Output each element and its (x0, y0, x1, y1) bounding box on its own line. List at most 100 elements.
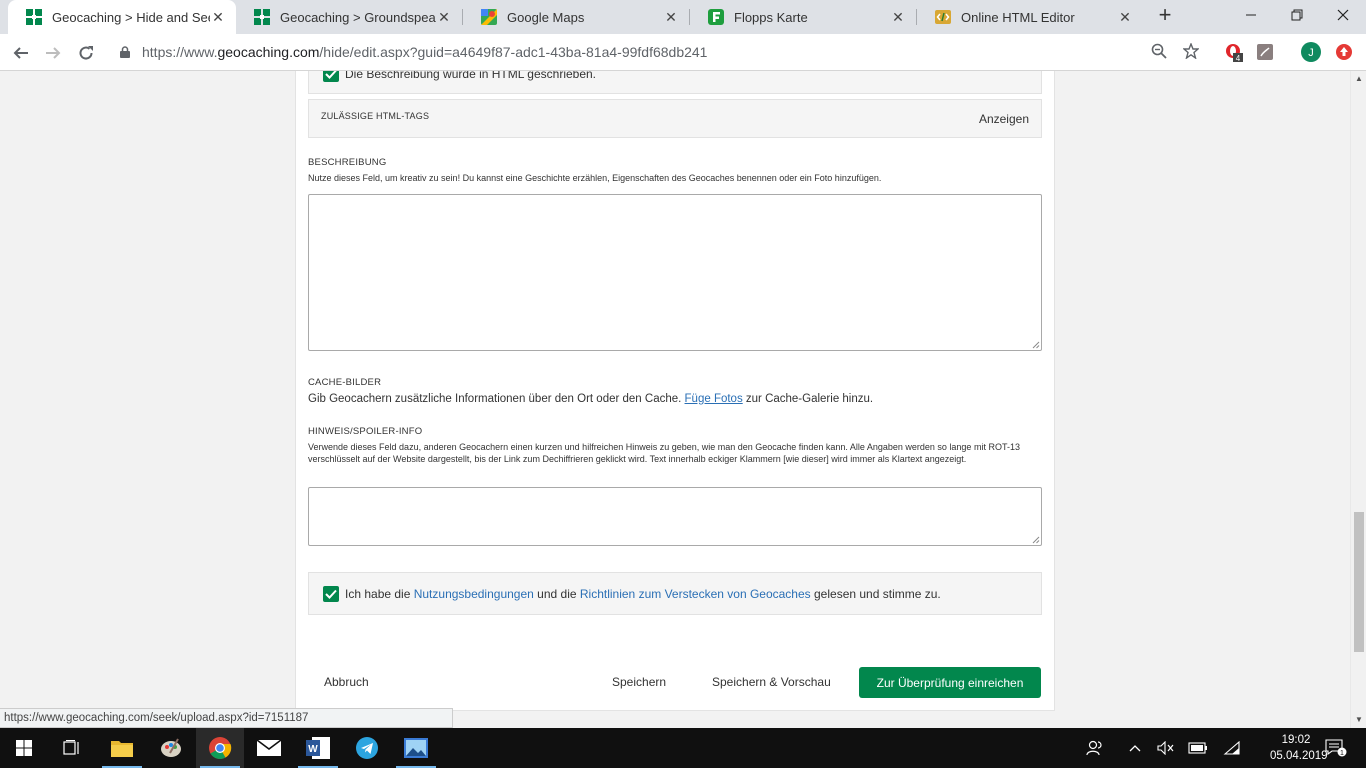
telegram-icon (356, 737, 378, 759)
html-editor-icon (935, 9, 951, 25)
speaker-muted-icon[interactable] (1156, 740, 1176, 756)
reload-icon (79, 46, 93, 60)
battery-icon[interactable] (1188, 740, 1208, 756)
paint-palette-icon (161, 738, 181, 757)
terms-label: Ich habe die Nutzungsbedingungen und die… (345, 587, 941, 601)
scroll-down-icon[interactable]: ▼ (1351, 712, 1366, 728)
tab-title: Google Maps (507, 9, 585, 25)
html-tags-title: ZULÄSSIGE HTML-TAGS (321, 111, 430, 121)
clock-time: 19:02 (1281, 734, 1311, 746)
tab-title: Geocaching > Groundspeak - L (280, 9, 436, 25)
checkmark-icon (325, 589, 337, 599)
close-icon[interactable]: ✕ (890, 9, 906, 26)
action-center-icon[interactable]: 1 (1324, 739, 1348, 757)
terms-of-use-link[interactable]: Nutzungsbedingungen (414, 587, 534, 601)
close-icon (1337, 9, 1349, 21)
restore-icon (1291, 9, 1303, 21)
windows-logo-icon (16, 740, 32, 756)
address-bar[interactable]: https://www.geocaching.com/hide/edit.asp… (108, 37, 1210, 67)
save-button[interactable]: Speichern (612, 675, 666, 689)
add-photos-link[interactable]: Füge Fotos (685, 393, 743, 405)
taskbar-telegram[interactable] (343, 728, 391, 768)
show-html-tags-link[interactable]: Anzeigen (979, 112, 1029, 126)
wifi-icon[interactable] (1222, 740, 1242, 756)
tab-online-html-editor[interactable]: Online HTML Editor ✕ (917, 0, 1143, 34)
close-window-button[interactable] (1320, 0, 1366, 30)
tab-title: Geocaching > Hide and Seek a (52, 9, 210, 25)
forward-arrow-icon (46, 47, 61, 59)
vertical-scrollbar[interactable]: ▲ ▼ (1350, 71, 1366, 728)
photos-icon (404, 738, 428, 758)
hiding-guidelines-link[interactable]: Richtlinien zum Verstecken von Geocaches (580, 587, 811, 601)
minimize-icon (1246, 14, 1256, 16)
close-icon[interactable]: ✕ (1117, 9, 1133, 26)
save-preview-button[interactable]: Speichern & Vorschau (712, 675, 831, 689)
minimize-button[interactable] (1228, 0, 1274, 30)
extension-opera-icon[interactable]: 4 (1224, 42, 1244, 62)
close-icon[interactable]: ✕ (210, 9, 226, 26)
new-tab-button[interactable]: + (1154, 4, 1176, 27)
restore-button[interactable] (1274, 0, 1320, 30)
taskbar-photos[interactable] (392, 728, 440, 768)
folder-icon (111, 741, 133, 757)
url-text: https://www.geocaching.com/hide/edit.asp… (142, 44, 708, 60)
lock-icon (120, 45, 130, 63)
tab-flopps-karte[interactable]: Flopps Karte ✕ (690, 0, 916, 34)
pdf-extension-icon[interactable] (1255, 42, 1275, 62)
description-textarea[interactable] (308, 194, 1042, 351)
hint-title: HINWEIS/SPOILER-INFO (308, 426, 423, 437)
notification-count: 1 (1340, 750, 1344, 757)
close-icon[interactable]: ✕ (663, 9, 679, 26)
description-title: BESCHREIBUNG (308, 157, 387, 168)
tab-title: Online HTML Editor (961, 9, 1075, 25)
html-checkbox-label: Die Beschreibung wurde in HTML geschrieb… (345, 71, 597, 81)
html-option-box: Die Beschreibung wurde in HTML geschrieb… (308, 71, 1042, 94)
bookmark-star-icon[interactable] (1182, 42, 1200, 61)
cache-images-title: CACHE-BILDER (308, 377, 382, 388)
taskbar-word[interactable]: W (294, 728, 342, 768)
start-button[interactable] (0, 728, 48, 768)
windows-taskbar: W 19:02 05.04.2019 1 (0, 728, 1366, 768)
browser-toolbar: https://www.geocaching.com/hide/edit.asp… (0, 34, 1366, 71)
scroll-thumb[interactable] (1354, 512, 1364, 652)
hint-description: Verwende dieses Feld dazu, anderen Geoca… (308, 442, 1020, 464)
reload-button[interactable] (73, 40, 99, 66)
resize-grip-icon[interactable] (1031, 340, 1040, 349)
zoom-icon[interactable] (1150, 43, 1168, 61)
people-icon[interactable] (1085, 740, 1105, 756)
checkmark-icon (325, 71, 337, 79)
scroll-up-icon[interactable]: ▲ (1351, 71, 1366, 87)
taskbar-mail[interactable] (245, 728, 293, 768)
description-hint: Nutze dieses Feld, um kreativ zu sein! D… (308, 173, 882, 183)
tab-geocaching-hide[interactable]: Geocaching > Hide and Seek a ✕ (8, 0, 236, 34)
tab-title: Flopps Karte (734, 9, 808, 25)
hint-textarea[interactable] (308, 487, 1042, 546)
flopps-icon (708, 9, 724, 25)
terms-checkbox[interactable] (323, 586, 339, 602)
resize-grip-icon[interactable] (1031, 535, 1040, 544)
geocaching-icon (26, 9, 42, 25)
html-checkbox[interactable] (323, 71, 339, 82)
task-view-button[interactable] (48, 728, 96, 768)
forward-button[interactable] (40, 40, 66, 66)
extension-badge: 4 (1236, 54, 1241, 62)
google-maps-icon (481, 9, 497, 25)
tab-geocaching-groundspeak[interactable]: Geocaching > Groundspeak - L ✕ (236, 0, 462, 34)
submit-for-review-button[interactable]: Zur Überprüfung einreichen (859, 667, 1041, 698)
profile-avatar[interactable]: J (1301, 42, 1321, 62)
tab-google-maps[interactable]: Google Maps ✕ (463, 0, 689, 34)
svg-text:W: W (308, 744, 318, 755)
close-icon[interactable]: ✕ (436, 9, 452, 26)
geocaching-icon (254, 9, 270, 25)
taskbar-file-explorer[interactable] (98, 728, 146, 768)
taskbar-paint[interactable] (147, 728, 195, 768)
update-arrow-icon[interactable] (1334, 42, 1354, 62)
taskbar-clock[interactable]: 19:02 05.04.2019 (1270, 732, 1328, 764)
chevron-up-icon[interactable] (1125, 740, 1145, 756)
cancel-button[interactable]: Abbruch (324, 675, 369, 689)
terms-box: Ich habe die Nutzungsbedingungen und die… (308, 572, 1042, 615)
taskbar-chrome[interactable] (196, 728, 244, 768)
back-button[interactable] (8, 40, 34, 66)
page-content: Die Beschreibung wurde in HTML geschrieb… (0, 71, 1350, 728)
word-icon: W (306, 737, 330, 759)
